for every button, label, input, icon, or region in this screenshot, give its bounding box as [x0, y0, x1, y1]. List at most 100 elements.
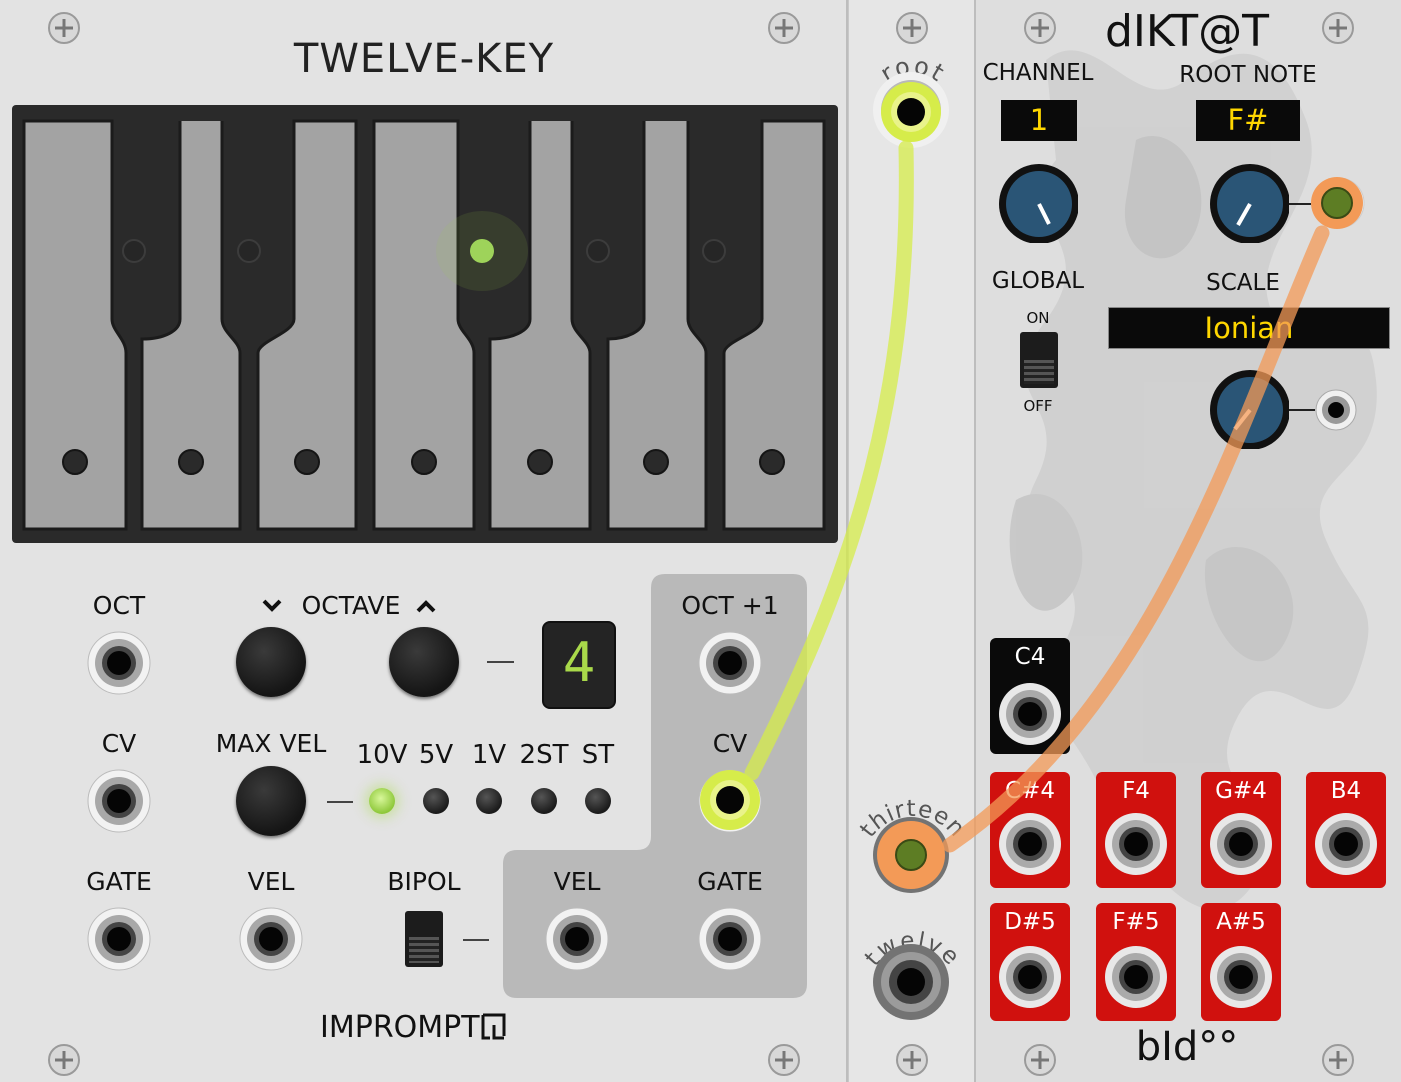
output-f-sharp-5: F#5 [1096, 903, 1176, 1021]
screw-icon [768, 1044, 800, 1076]
screw-icon [768, 12, 800, 44]
range-1v-label: 1V [471, 740, 507, 770]
range-5v-led[interactable] [423, 788, 449, 814]
screw-icon [1024, 12, 1056, 44]
screw-icon [1024, 1044, 1056, 1076]
thirteen-output-jack[interactable] [871, 815, 951, 895]
range-st-label: ST [581, 740, 615, 770]
root-note-display: F# [1196, 100, 1300, 141]
screw-icon [896, 1044, 928, 1076]
output-jack[interactable] [1104, 812, 1168, 876]
output-f4: F4 [1096, 772, 1176, 888]
output-c-sharp-4: C#4 [990, 772, 1070, 888]
divider [487, 661, 514, 663]
output-jack[interactable] [1209, 812, 1273, 876]
output-label: G#4 [1215, 778, 1267, 804]
gate-input-label: GATE [86, 867, 152, 896]
screw-icon [48, 12, 80, 44]
output-a-sharp-5: A#5 [1201, 903, 1281, 1021]
bipol-switch[interactable] [405, 911, 443, 967]
screw-icon [48, 1044, 80, 1076]
global-off-label: OFF [1023, 397, 1053, 415]
root-output-jack[interactable] [998, 682, 1062, 746]
lit-key-led [470, 239, 494, 263]
bipol-label: BIPOL [387, 867, 461, 896]
output-b4: B4 [1306, 772, 1386, 888]
bidoo-logo: bId°° [1135, 1024, 1239, 1070]
channel-knob[interactable] [998, 163, 1078, 243]
divider [327, 801, 353, 803]
screw-icon [1322, 1044, 1354, 1076]
octave-up-button[interactable] [389, 627, 459, 697]
keyboard [12, 105, 838, 543]
output-label: F#5 [1112, 909, 1160, 935]
oct-plus1-output-jack[interactable] [698, 631, 762, 695]
root-output-label: C4 [1014, 644, 1046, 670]
global-on-label: ON [1026, 309, 1050, 327]
scale-display: Ionian [1108, 307, 1390, 349]
output-jack[interactable] [998, 945, 1062, 1009]
channel-display: 1 [1001, 100, 1077, 141]
vel-input-jack[interactable] [239, 907, 303, 971]
root-note-knob[interactable] [1209, 163, 1289, 243]
octave-down-button[interactable] [236, 627, 306, 697]
oct-input-jack[interactable] [87, 631, 151, 695]
divider [1289, 203, 1311, 205]
twelve-output-jack[interactable] [871, 942, 951, 1022]
output-label: D#5 [1004, 909, 1056, 935]
octave-display: 4 [542, 621, 616, 709]
output-label: F4 [1122, 778, 1150, 804]
scale-cv-jack[interactable] [1315, 389, 1357, 431]
octave-display-value: 4 [562, 631, 596, 694]
output-label: A#5 [1216, 909, 1266, 935]
divider [463, 939, 489, 941]
cv-input-jack[interactable] [87, 769, 151, 833]
range-1v-led[interactable] [476, 788, 502, 814]
global-switch[interactable] [1020, 332, 1058, 388]
global-label: GLOBAL [991, 268, 1085, 294]
gate-input-jack[interactable] [87, 907, 151, 971]
impromptu-logo: IMPROMPT [320, 1010, 508, 1045]
cv-output-label: CV [712, 729, 748, 758]
scale-label: SCALE [1206, 270, 1280, 296]
range-2st-led[interactable] [531, 788, 557, 814]
root-cv-jack[interactable] [1312, 176, 1366, 230]
root-input-jack[interactable] [871, 70, 951, 150]
oct-input-label: OCT [92, 591, 146, 620]
divider [1289, 409, 1315, 411]
channel-label: CHANNEL [982, 60, 1094, 86]
module-title: dIKT@T [1104, 6, 1270, 57]
output-g-sharp-4: G#4 [1201, 772, 1281, 888]
output-jack[interactable] [1104, 945, 1168, 1009]
cv-output-jack[interactable] [698, 769, 762, 833]
vel-input-label: VEL [247, 867, 295, 896]
range-5v-label: 5V [418, 740, 454, 770]
oct-plus1-label: OCT +1 [681, 591, 779, 620]
root-note-label: ROOT NOTE [1179, 62, 1317, 88]
output-jack[interactable] [1314, 812, 1378, 876]
vel-output-label: VEL [553, 867, 601, 896]
range-10v-label: 10V [356, 740, 408, 770]
diktat-module: dIKT@T CHANNEL ROOT NOTE 1 F# GLOBAL ON … [976, 0, 1401, 1082]
max-vel-label: MAX VEL [215, 729, 327, 758]
output-label: C#4 [1005, 778, 1055, 804]
module-title: TWELVE-KEY [293, 36, 555, 82]
range-st-led[interactable] [585, 788, 611, 814]
screw-icon [1322, 12, 1354, 44]
cv-input-label: CV [101, 729, 137, 758]
chevron-up-icon [416, 600, 436, 613]
vel-output-jack[interactable] [545, 907, 609, 971]
gate-output-label: GATE [697, 867, 763, 896]
output-d-sharp-5: D#5 [990, 903, 1070, 1021]
output-jack[interactable] [998, 812, 1062, 876]
gate-output-jack[interactable] [698, 907, 762, 971]
range-10v-led[interactable] [369, 788, 395, 814]
chevron-down-icon [262, 599, 282, 612]
max-vel-button[interactable] [236, 766, 306, 836]
output-label: B4 [1330, 778, 1362, 804]
scale-output-module: root thirteen twelve [848, 0, 976, 1082]
output-jack[interactable] [1209, 945, 1273, 1009]
scale-knob[interactable] [1209, 369, 1289, 449]
root-output-box: C4 [990, 638, 1070, 754]
note-icon [481, 1013, 506, 1040]
